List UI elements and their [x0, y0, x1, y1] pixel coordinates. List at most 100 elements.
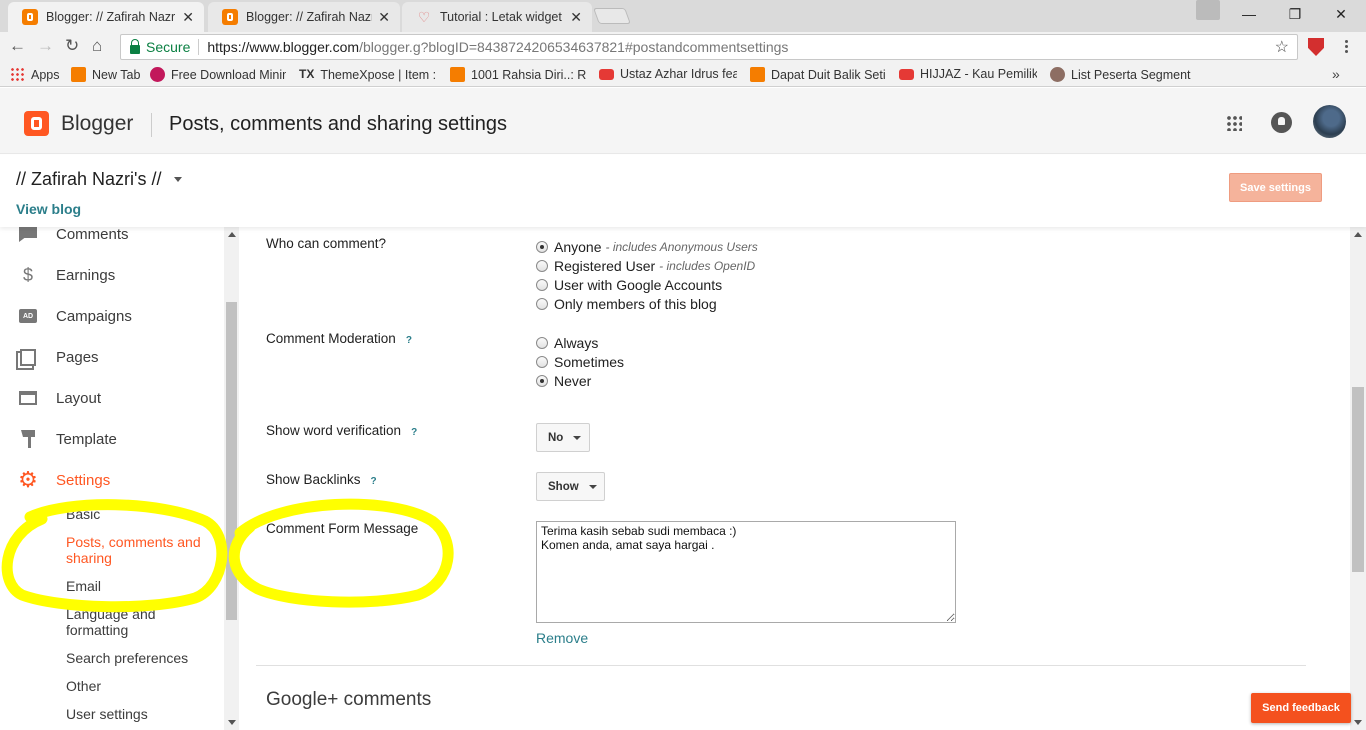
- remove-link[interactable]: Remove: [536, 630, 588, 646]
- blogger-icon: [22, 9, 38, 25]
- scroll-down-icon[interactable]: [228, 720, 236, 725]
- radio-anyone[interactable]: Anyone - includes Anonymous Users: [536, 239, 758, 255]
- bookmark-star-icon[interactable]: ☆: [1275, 37, 1289, 57]
- sidebar-scrollbar[interactable]: [224, 227, 239, 730]
- bookmark-new-tab[interactable]: New Tab: [71, 67, 140, 82]
- blogger-header: Blogger Posts, comments and sharing sett…: [0, 88, 1366, 154]
- radio-button[interactable]: [536, 260, 548, 272]
- save-settings-button[interactable]: Save settings: [1229, 173, 1322, 202]
- scrollbar-thumb[interactable]: [226, 302, 237, 620]
- tab-title: Tutorial : Letak widget in: [440, 10, 565, 24]
- comment-form-message-textarea[interactable]: Terima kasih sebab sudi membaca :) Komen…: [536, 521, 956, 623]
- radio-button[interactable]: [536, 298, 548, 310]
- browser-toolbar: ← → ↻ ⌂ Secure https://www.blogger.com /…: [0, 32, 1366, 63]
- sidebar-item-pages[interactable]: Pages: [0, 342, 224, 372]
- radio-google-accounts[interactable]: User with Google Accounts: [536, 277, 722, 293]
- sidebar-item-settings[interactable]: ⚙ Settings: [0, 465, 224, 495]
- sidebar-item-comments[interactable]: Comments: [0, 227, 224, 249]
- bookmark-ustaz-azhar[interactable]: Ustaz Azhar Idrus feat: [599, 67, 737, 81]
- help-icon[interactable]: ?: [371, 476, 377, 487]
- settings-sub-user[interactable]: User settings: [66, 706, 216, 722]
- sidebar-item-earnings[interactable]: $ Earnings: [0, 260, 224, 290]
- bookmark-rahsia-diri[interactable]: 1001 Rahsia Diri..: Rah: [450, 67, 586, 82]
- radio-button[interactable]: [536, 337, 548, 349]
- back-icon[interactable]: ←: [9, 36, 26, 56]
- notifications-bell-icon[interactable]: [1271, 112, 1292, 133]
- pages-icon: [18, 347, 38, 367]
- close-tab-icon[interactable]: ✕: [378, 9, 390, 26]
- address-separator: [198, 39, 200, 55]
- profile-icon[interactable]: [1196, 0, 1220, 20]
- radio-button[interactable]: [536, 241, 548, 253]
- bookmark-list-peserta[interactable]: List Peserta Segment: [1050, 67, 1191, 82]
- radio-button[interactable]: [536, 375, 548, 387]
- blogger-logo-icon[interactable]: [24, 111, 49, 136]
- bookmark-dapat-duit[interactable]: Dapat Duit Balik Setia: [750, 67, 886, 82]
- sidebar-item-campaigns[interactable]: AD Campaigns: [0, 301, 224, 331]
- browser-tab-1[interactable]: Blogger: // Zafirah Nazri ✕: [8, 2, 204, 32]
- brand-name[interactable]: Blogger: [61, 112, 133, 136]
- home-icon[interactable]: ⌂: [92, 36, 102, 56]
- new-tab-button[interactable]: [593, 8, 631, 24]
- page-scrollbar[interactable]: [1350, 227, 1366, 730]
- settings-sub-email[interactable]: Email: [66, 578, 216, 594]
- word-verification-select[interactable]: No: [536, 423, 590, 452]
- blogger-icon: [750, 67, 765, 82]
- forward-icon[interactable]: →: [37, 36, 54, 56]
- send-feedback-button[interactable]: Send feedback: [1251, 693, 1351, 723]
- settings-sub-search[interactable]: Search preferences: [66, 650, 216, 666]
- chrome-menu-icon[interactable]: [1345, 40, 1349, 55]
- bookmarks-bar: Apps New Tab Free Download Minim TX Theme…: [0, 63, 1366, 87]
- radio-registered-user[interactable]: Registered User - includes OpenID: [536, 258, 755, 274]
- radio-button[interactable]: [536, 279, 548, 291]
- settings-sub-posts-comments-sharing[interactable]: Posts, comments and sharing: [66, 534, 211, 566]
- avatar[interactable]: [1313, 105, 1346, 138]
- reload-icon[interactable]: ↻: [65, 36, 79, 56]
- browser-tab-3[interactable]: ♡ Tutorial : Letak widget in ✕: [402, 2, 592, 32]
- scroll-up-icon[interactable]: [228, 232, 236, 237]
- radio-blog-members[interactable]: Only members of this blog: [536, 296, 717, 312]
- help-icon[interactable]: ?: [406, 335, 412, 346]
- minimize-icon[interactable]: —: [1226, 0, 1272, 28]
- sidebar-item-layout[interactable]: Layout: [0, 383, 224, 413]
- chevron-down-icon[interactable]: [174, 177, 182, 182]
- bookmark-apps[interactable]: Apps: [10, 67, 60, 82]
- url-host: https://www.blogger.com: [207, 39, 360, 55]
- close-tab-icon[interactable]: ✕: [570, 9, 582, 26]
- scroll-down-icon[interactable]: [1354, 720, 1362, 725]
- browser-tab-2[interactable]: Blogger: // Zafirah Nazri ✕: [208, 2, 400, 32]
- settings-sub-other[interactable]: Other: [66, 678, 216, 694]
- close-window-icon[interactable]: ✕: [1318, 0, 1364, 28]
- blogger-icon: [71, 67, 86, 82]
- sidebar-item-template[interactable]: Template: [0, 424, 224, 454]
- backlinks-select[interactable]: Show: [536, 472, 605, 501]
- settings-sub-basic[interactable]: Basic: [66, 506, 216, 522]
- settings-sub-language[interactable]: Language and formatting: [66, 606, 176, 638]
- browser-tab-strip: Blogger: // Zafirah Nazri ✕ Blogger: // …: [0, 0, 1366, 32]
- view-blog-link[interactable]: View blog: [16, 201, 81, 217]
- radio-sometimes[interactable]: Sometimes: [536, 354, 624, 370]
- close-tab-icon[interactable]: ✕: [182, 9, 194, 26]
- radio-never[interactable]: Never: [536, 373, 591, 389]
- bookmark-themexpose[interactable]: TX ThemeXpose | Item : S: [299, 67, 437, 82]
- bookmark-label: New Tab: [92, 67, 141, 82]
- bookmark-free-download[interactable]: Free Download Minim: [150, 67, 286, 82]
- google-plus-comments-heading: Google+ comments: [266, 689, 432, 710]
- help-icon[interactable]: ?: [411, 427, 417, 438]
- blog-name-selector[interactable]: // Zafirah Nazri's //: [16, 169, 161, 190]
- address-bar[interactable]: Secure https://www.blogger.com /blogger.…: [120, 34, 1298, 60]
- scrollbar-thumb[interactable]: [1352, 387, 1364, 572]
- restore-icon[interactable]: ❐: [1272, 0, 1318, 28]
- section-divider: [256, 665, 1306, 666]
- shield-extension-icon[interactable]: [1308, 38, 1324, 56]
- dollar-icon: $: [22, 264, 33, 285]
- url-path: /blogger.g?blogID=8438724206534637821#po…: [359, 39, 789, 55]
- scroll-up-icon[interactable]: [1354, 232, 1362, 237]
- radio-button[interactable]: [536, 356, 548, 368]
- backlinks-text: Show Backlinks: [266, 472, 361, 487]
- bookmark-hijjaz[interactable]: HIJJAZ - Kau Pemilik C: [899, 67, 1037, 81]
- more-bookmarks-icon[interactable]: »: [1332, 66, 1340, 82]
- comment-form-message-label: Comment Form Message: [266, 521, 419, 536]
- radio-always[interactable]: Always: [536, 335, 598, 351]
- apps-grid-icon[interactable]: [1226, 115, 1242, 131]
